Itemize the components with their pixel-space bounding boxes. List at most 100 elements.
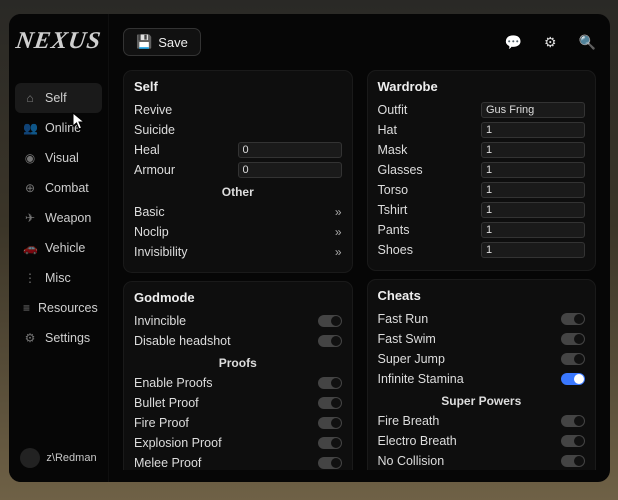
search-icon[interactable]: 🔍: [579, 34, 596, 51]
sidebar-item-resources[interactable]: ≡Resources: [9, 293, 108, 323]
profile: z\Redman: [12, 438, 104, 482]
toggle-fast-swim[interactable]: [561, 333, 585, 345]
save-button[interactable]: 💾 Save: [123, 28, 201, 56]
divider-super-powers: Super Powers: [378, 394, 586, 408]
row-glasses: Glasses: [378, 160, 586, 180]
shoes-input[interactable]: [481, 242, 585, 258]
topbar-actions: 💬 ⚙ 🔍: [505, 34, 596, 51]
sidebar-item-settings[interactable]: ⚙Settings: [9, 323, 108, 353]
glasses-input[interactable]: [481, 162, 585, 178]
toggle-enable-proofs[interactable]: [318, 377, 342, 389]
online-icon: 👥: [23, 121, 37, 135]
card-cheats: Cheats Fast Run Fast Swim Super Jump Inf…: [367, 279, 597, 470]
label-melee-proof: Melee Proof: [134, 456, 201, 470]
hat-input[interactable]: [481, 122, 585, 138]
outfit-input[interactable]: [481, 102, 585, 118]
chevron-right-icon: »: [335, 205, 342, 219]
gear-icon[interactable]: ⚙: [544, 34, 557, 51]
label-armour: Armour: [134, 163, 175, 177]
row-fast-swim: Fast Swim: [378, 329, 586, 349]
chat-icon[interactable]: 💬: [505, 34, 522, 51]
row-fire-breath: Fire Breath: [378, 411, 586, 431]
label-fast-run: Fast Run: [378, 312, 429, 326]
label-fire-breath: Fire Breath: [378, 414, 440, 428]
tshirt-input[interactable]: [481, 202, 585, 218]
avatar: [20, 448, 40, 468]
label-suicide: Suicide: [134, 123, 175, 137]
label-pants: Pants: [378, 223, 410, 237]
vehicle-icon: 🚗: [23, 241, 37, 255]
sidebar-item-label: Self: [45, 91, 67, 105]
toggle-disable-headshot[interactable]: [318, 335, 342, 347]
toggle-fire-breath[interactable]: [561, 415, 585, 427]
row-armour: Armour: [134, 160, 342, 180]
toggle-explosion-proof[interactable]: [318, 437, 342, 449]
row-super-jump: Super Jump: [378, 349, 586, 369]
cheats-title: Cheats: [378, 288, 586, 303]
torso-input[interactable]: [481, 182, 585, 198]
sidebar-item-label: Settings: [45, 331, 90, 345]
toggle-super-jump[interactable]: [561, 353, 585, 365]
card-wardrobe: Wardrobe Outfit Hat Mask Glasses Torso T…: [367, 70, 597, 271]
label-electro-breath: Electro Breath: [378, 434, 457, 448]
row-revive[interactable]: Revive: [134, 100, 342, 120]
resources-icon: ≡: [23, 301, 30, 315]
heal-input[interactable]: [238, 142, 342, 158]
sidebar-item-label: Weapon: [45, 211, 91, 225]
label-heal: Heal: [134, 143, 160, 157]
self-icon: ⌂: [23, 91, 37, 105]
pants-input[interactable]: [481, 222, 585, 238]
row-basic[interactable]: Basic »: [134, 202, 342, 222]
visual-icon: ◉: [23, 151, 37, 165]
row-infinite-stamina: Infinite Stamina: [378, 369, 586, 389]
sidebar-item-label: Visual: [45, 151, 79, 165]
label-torso: Torso: [378, 183, 409, 197]
row-tshirt: Tshirt: [378, 200, 586, 220]
row-noclip[interactable]: Noclip»: [134, 222, 342, 242]
sidebar-item-online[interactable]: 👥Online: [9, 113, 108, 143]
toggle-electro-breath[interactable]: [561, 435, 585, 447]
sidebar-item-misc[interactable]: ⋮Misc: [9, 263, 108, 293]
toggle-fire-proof[interactable]: [318, 417, 342, 429]
row-outfit: Outfit: [378, 100, 586, 120]
row-bullet-proof: Bullet Proof: [134, 393, 342, 413]
divider-proofs: Proofs: [134, 356, 342, 370]
label-explosion-proof: Explosion Proof: [134, 436, 222, 450]
label-super-jump: Super Jump: [378, 352, 445, 366]
row-melee-proof: Melee Proof: [134, 453, 342, 470]
combat-icon: ⊕: [23, 181, 37, 195]
chevron-right-icon: »: [335, 225, 342, 239]
toggle-invincible[interactable]: [318, 315, 342, 327]
row-enable-proofs: Enable Proofs: [134, 373, 342, 393]
label-shoes: Shoes: [378, 243, 413, 257]
sidebar-item-weapon[interactable]: ✈Weapon: [9, 203, 108, 233]
armour-input[interactable]: [238, 162, 342, 178]
row-suicide[interactable]: Suicide: [134, 120, 342, 140]
row-pants: Pants: [378, 220, 586, 240]
col-left: Self Revive Suicide Heal Armour Other Ba…: [123, 70, 353, 470]
sidebar-item-combat[interactable]: ⊕Combat: [9, 173, 108, 203]
save-icon: 💾: [136, 34, 152, 50]
row-shoes: Shoes: [378, 240, 586, 260]
toggle-infinite-stamina[interactable]: [561, 373, 585, 385]
sidebar-item-visual[interactable]: ◉ Visual: [9, 143, 108, 173]
toggle-bullet-proof[interactable]: [318, 397, 342, 409]
row-no-collision: No Collision: [378, 451, 586, 470]
row-invisibility[interactable]: Invisibility»: [134, 242, 342, 262]
label-glasses: Glasses: [378, 163, 423, 177]
label-infinite-stamina: Infinite Stamina: [378, 372, 464, 386]
label-fire-proof: Fire Proof: [134, 416, 189, 430]
sidebar-item-self[interactable]: ⌂ Self: [15, 83, 102, 113]
toggle-fast-run[interactable]: [561, 313, 585, 325]
toggle-melee-proof[interactable]: [318, 457, 342, 469]
mask-input[interactable]: [481, 142, 585, 158]
save-label: Save: [158, 35, 188, 50]
label-disable-headshot: Disable headshot: [134, 334, 231, 348]
label-basic: Basic: [134, 205, 165, 219]
toggle-no-collision[interactable]: [561, 455, 585, 467]
row-hat: Hat: [378, 120, 586, 140]
row-invincible: Invincible: [134, 311, 342, 331]
godmode-title: Godmode: [134, 290, 342, 305]
self-title: Self: [134, 79, 342, 94]
sidebar-item-vehicle[interactable]: 🚗Vehicle: [9, 233, 108, 263]
